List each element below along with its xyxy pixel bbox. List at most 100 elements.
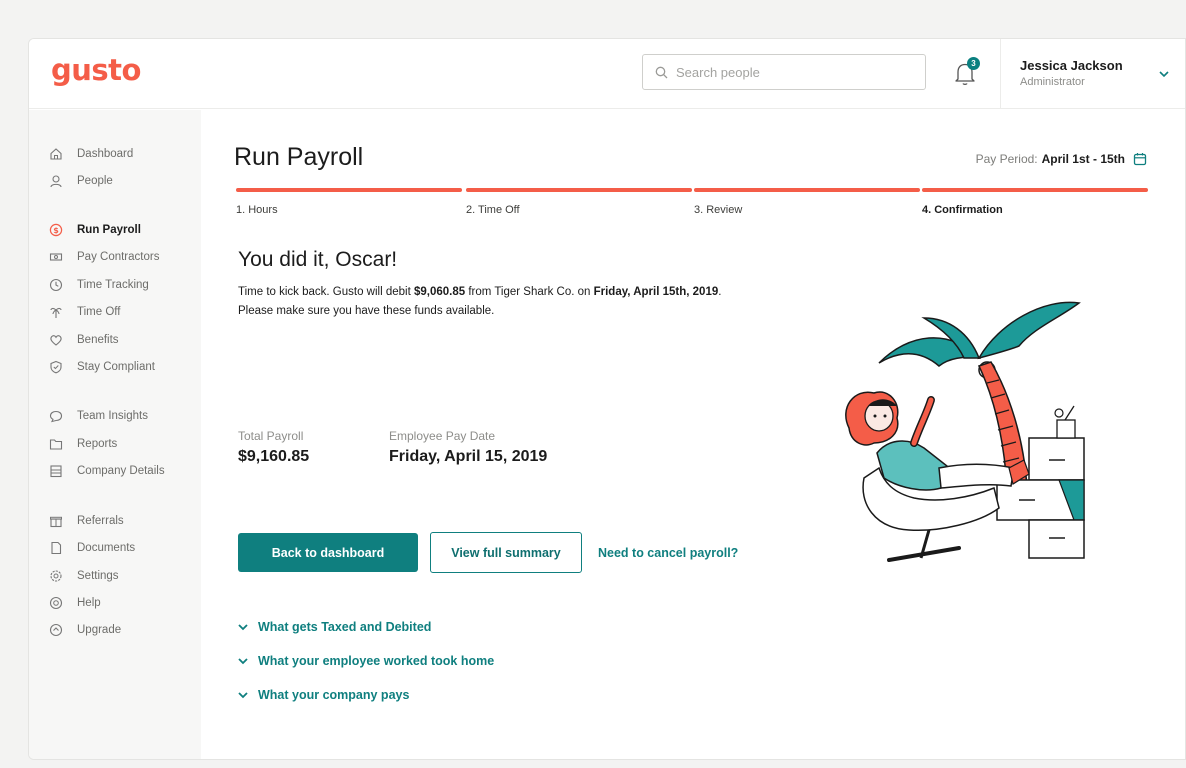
sidebar-item-label: Company Details — [77, 465, 165, 477]
sidebar-item-label: Upgrade — [77, 624, 122, 636]
sidebar-item-referrals[interactable]: Referrals — [49, 511, 199, 531]
notification-badge: 3 — [967, 57, 980, 70]
step-confirmation: 4. Confirmation — [922, 188, 1148, 216]
sidebar-item-run-payroll[interactable]: $ Run Payroll — [49, 220, 199, 240]
debit-amount: $9,060.85 — [413, 286, 466, 298]
step-bar — [694, 188, 920, 192]
sidebar-item-label: Dashboard — [77, 148, 134, 160]
heart-icon — [50, 335, 62, 346]
dollar-icon: $ — [49, 223, 63, 237]
sidebar-item-label: Benefits — [77, 334, 119, 346]
sidebar-item-upgrade[interactable]: Upgrade — [49, 620, 199, 640]
pay-date-value: Friday, April 15, 2019 — [389, 448, 548, 465]
cash-icon — [49, 253, 63, 261]
top-bar: gusto 3 Jessica Jackson Administrator — [29, 39, 1185, 109]
sidebar-item-label: Referrals — [77, 515, 124, 527]
sidebar-item-time-off[interactable]: Time Off — [49, 302, 199, 322]
total-payroll-value: $9,160.85 — [238, 448, 310, 465]
step-bar — [922, 188, 1148, 192]
sidebar-item-people[interactable]: People — [49, 171, 199, 191]
building-icon — [50, 465, 62, 478]
debit-date: Friday, April 15th, 2019 — [593, 286, 719, 298]
sidebar-item-label: Run Payroll — [77, 224, 141, 236]
step-label: 4. Confirmation — [922, 204, 1003, 216]
message-text: Time to kick back. Gusto will debit — [238, 286, 414, 298]
palm-icon — [50, 307, 62, 318]
sidebar-item-label: People — [77, 175, 113, 187]
upgrade-icon — [49, 623, 63, 637]
pay-period-label: Pay Period: — [975, 152, 1038, 166]
sidebar-item-dashboard[interactable]: Dashboard — [49, 144, 199, 164]
pay-period[interactable]: Pay Period: April 1st - 15th — [976, 152, 1147, 166]
view-full-summary-button[interactable]: View full summary — [430, 532, 582, 573]
sidebar-item-label: Documents — [77, 542, 136, 554]
document-icon — [51, 541, 62, 555]
relaxing-illustration — [845, 301, 1085, 562]
person-icon — [50, 175, 62, 188]
total-payroll-label: Total Payroll — [238, 429, 304, 443]
page-title: Run Payroll — [234, 143, 364, 171]
step-label: 3. Review — [694, 204, 743, 216]
accordion-label: What your company pays — [258, 688, 410, 702]
sidebar-item-settings[interactable]: Settings — [49, 566, 199, 586]
sidebar-item-label: Stay Compliant — [77, 361, 155, 373]
accordion-employee-took-home[interactable]: What your employee worked took home — [237, 654, 494, 668]
sidebar-item-help[interactable]: Help — [49, 593, 199, 613]
folder-icon — [49, 439, 63, 450]
accordion-label: What gets Taxed and Debited — [258, 620, 432, 634]
sidebar-item-reports[interactable]: Reports — [49, 434, 199, 454]
shield-icon — [50, 360, 62, 374]
search-input[interactable] — [676, 64, 906, 80]
chevron-down-icon[interactable] — [1157, 67, 1171, 81]
message-text: Please make sure you have these funds av… — [238, 305, 495, 317]
chevron-down-icon — [238, 658, 248, 665]
help-icon — [49, 596, 63, 610]
debit-message: Time to kick back. Gusto will debit $9,0… — [238, 283, 838, 321]
accordion-label: What your employee worked took home — [258, 654, 495, 668]
sidebar-item-label: Reports — [77, 438, 118, 450]
accordion-taxed-debited[interactable]: What gets Taxed and Debited — [237, 620, 431, 634]
clock-icon — [49, 278, 63, 292]
back-to-dashboard-button[interactable]: Back to dashboard — [238, 533, 418, 572]
step-label: 2. Time Off — [466, 204, 520, 216]
pay-date-label: Employee Pay Date — [389, 429, 496, 443]
accordion-company-pays[interactable]: What your company pays — [237, 688, 409, 702]
user-name[interactable]: Jessica Jackson — [1020, 58, 1123, 73]
sidebar-item-team-insights[interactable]: Team Insights — [49, 406, 199, 426]
sidebar-item-company-details[interactable]: Company Details — [49, 461, 199, 481]
gear-icon — [50, 570, 62, 582]
progress-steps: 1. Hours 2. Time Off 3. Review 4. Confir… — [236, 188, 1149, 218]
search-icon — [655, 66, 668, 78]
sidebar-item-time-tracking[interactable]: Time Tracking — [49, 275, 199, 295]
pay-period-value: April 1st - 15th — [1041, 152, 1125, 166]
message-text: from Tiger Shark Co. on — [465, 286, 594, 298]
sidebar-item-benefits[interactable]: Benefits — [49, 330, 199, 350]
sidebar-item-label: Team Insights — [77, 410, 148, 422]
home-icon — [50, 148, 62, 160]
gusto-logo[interactable]: gusto — [51, 53, 141, 87]
sidebar-item-label: Pay Contractors — [77, 251, 160, 263]
user-role: Administrator — [1020, 76, 1085, 88]
search-box[interactable] — [642, 54, 926, 90]
step-label: 1. Hours — [236, 204, 278, 216]
sidebar-item-pay-contractors[interactable]: Pay Contractors — [49, 247, 199, 267]
sidebar-item-stay-compliant[interactable]: Stay Compliant — [49, 357, 199, 377]
header-divider — [1000, 39, 1001, 109]
step-bar — [236, 188, 462, 192]
chat-icon — [49, 410, 63, 423]
chevron-down-icon — [238, 692, 248, 699]
chevron-down-icon — [238, 624, 248, 631]
sidebar-item-label: Time Tracking — [77, 279, 149, 291]
sidebar-item-documents[interactable]: Documents — [49, 538, 199, 558]
sidebar-item-label: Settings — [77, 570, 119, 582]
step-review: 3. Review — [694, 188, 920, 216]
step-hours: 1. Hours — [236, 188, 462, 216]
sidebar: Dashboard People $ Run Payroll Pay Contr… — [29, 110, 201, 759]
success-headline: You did it, Oscar! — [238, 248, 398, 271]
app-window: gusto 3 Jessica Jackson Administrator Da… — [28, 38, 1186, 760]
step-bar — [466, 188, 692, 192]
cancel-payroll-link[interactable]: Need to cancel payroll? — [598, 546, 738, 560]
main-content: Run Payroll Pay Period: April 1st - 15th… — [201, 110, 1185, 759]
sidebar-item-label: Time Off — [77, 306, 121, 318]
calendar-icon[interactable] — [1133, 152, 1147, 166]
